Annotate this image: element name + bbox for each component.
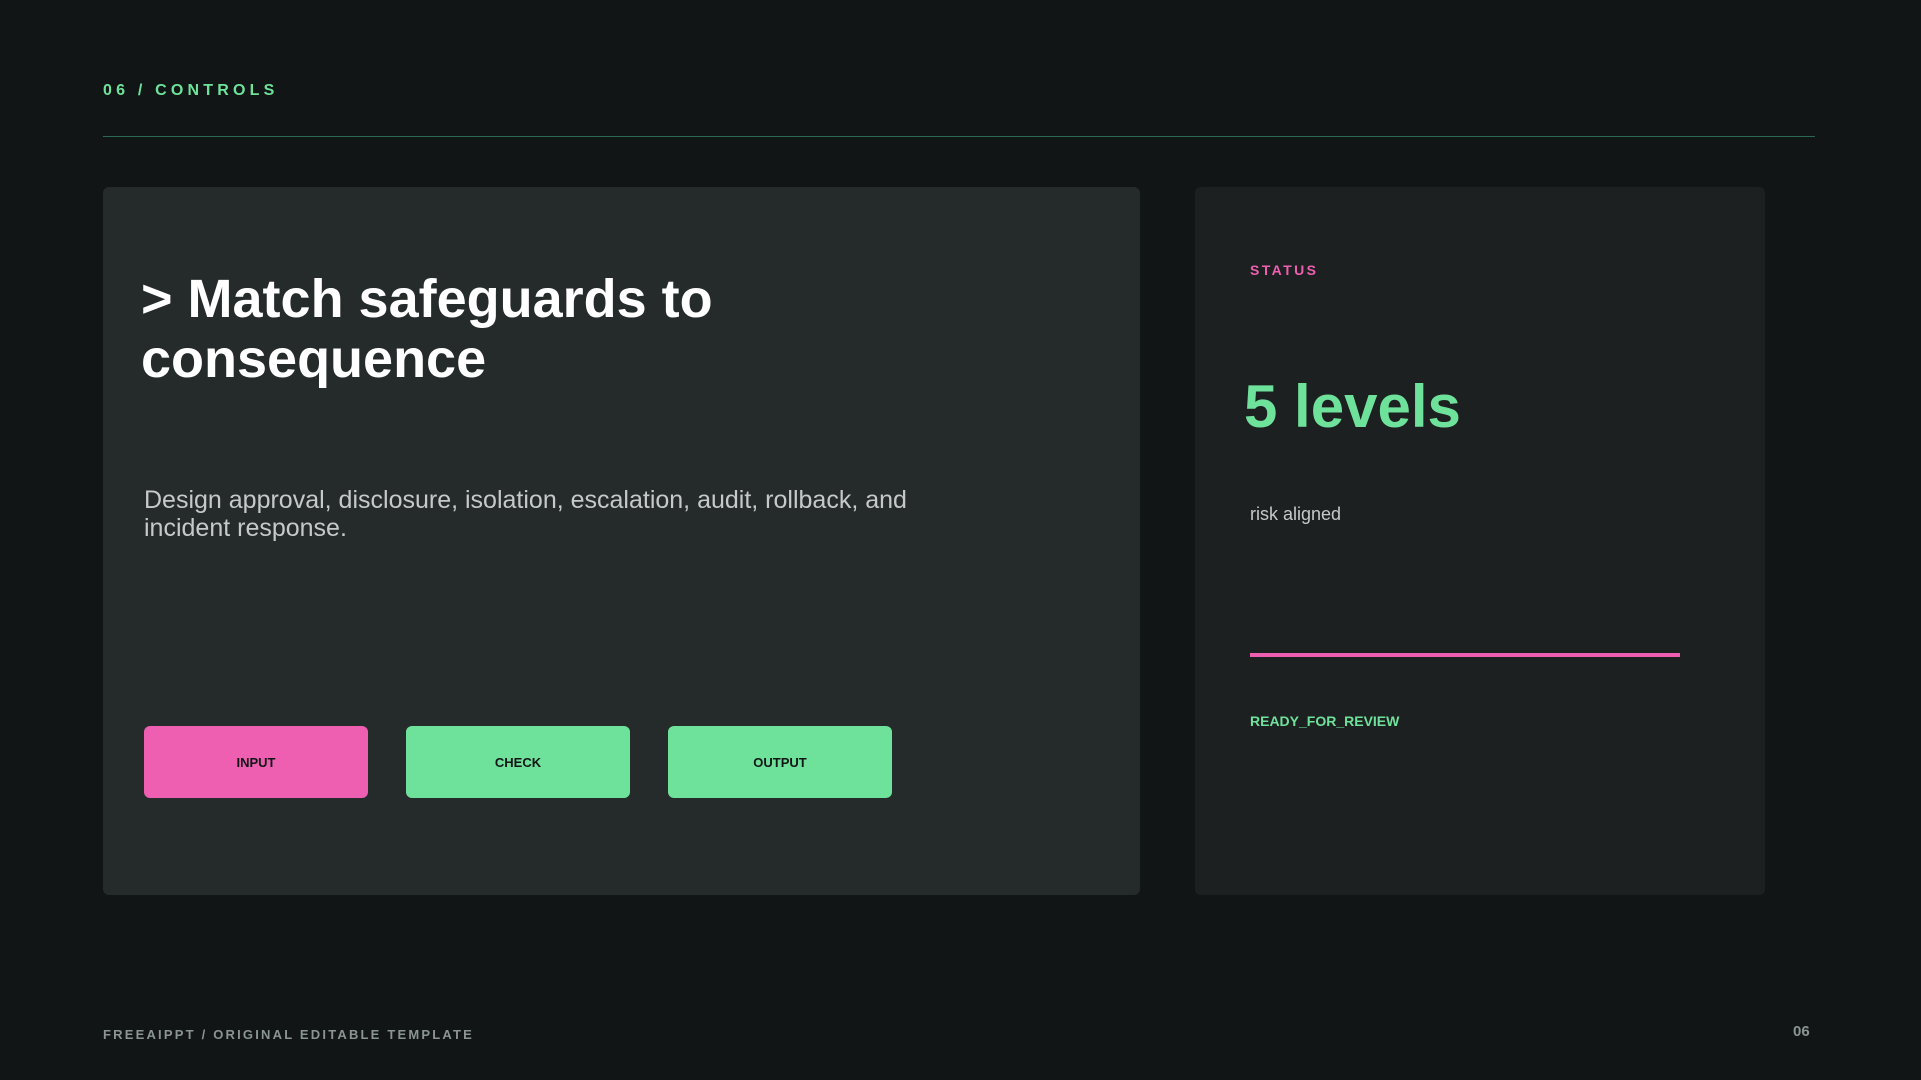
footer-label: FREEAIPPT / ORIGINAL EDITABLE TEMPLATE <box>103 1027 475 1042</box>
check-button[interactable]: CHECK <box>406 726 630 798</box>
progress-fill <box>1250 653 1680 657</box>
status-caption: risk aligned <box>1250 504 1342 524</box>
main-card: > Match safeguards to consequence Design… <box>103 187 1140 895</box>
status-value: 5 levels <box>1244 373 1461 440</box>
status-flag: READY_FOR_REVIEW <box>1250 713 1400 729</box>
page-number: 06 <box>1793 1023 1810 1040</box>
body-text: Design approval, disclosure, isolation, … <box>144 486 907 542</box>
slide: 06 / CONTROLS > Match safeguards to cons… <box>0 0 1921 1080</box>
progress-bar <box>1250 653 1680 657</box>
output-button[interactable]: OUTPUT <box>668 726 892 798</box>
input-button[interactable]: INPUT <box>144 726 368 798</box>
headline: > Match safeguards to consequence <box>141 269 713 389</box>
section-label: 06 / CONTROLS <box>103 82 279 99</box>
status-label: STATUS <box>1250 262 1319 278</box>
header-divider <box>103 136 1815 137</box>
status-card: STATUS 5 levels risk aligned READY_FOR_R… <box>1195 187 1765 895</box>
